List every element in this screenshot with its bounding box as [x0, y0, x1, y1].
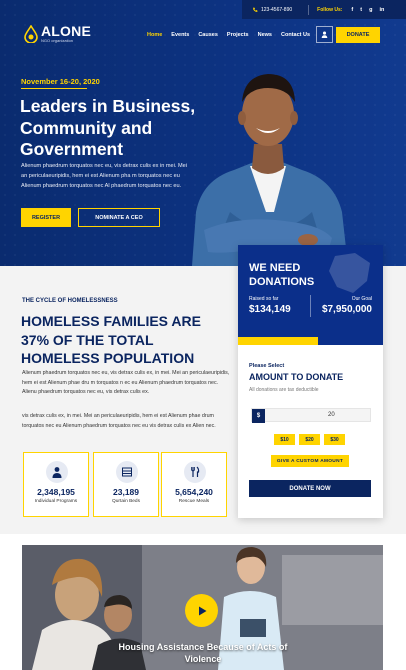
amount-title: AMOUNT TO DONATE — [249, 372, 344, 382]
event-date: November 16-20, 2020 — [21, 77, 100, 86]
nav-item-home[interactable]: Home — [147, 32, 162, 38]
tax-note: All donations are tax deductible — [249, 387, 319, 393]
main-nav: Home Events Causes Projects News Contact… — [147, 32, 310, 38]
currency-symbol: $ — [252, 409, 265, 423]
bed-icon — [116, 461, 138, 483]
stat-card-beds: 23,189 Qurtain Beds — [93, 452, 159, 517]
play-button[interactable] — [185, 594, 218, 627]
play-icon — [198, 606, 206, 615]
facebook-icon[interactable]: f — [351, 7, 353, 13]
please-select-label: Please Select — [249, 363, 285, 369]
stat-card-programs: 2,348,195 Individual Programs — [23, 452, 89, 517]
section-paragraph-1: Alienum phaedrum torquatos nec eu, vis d… — [22, 370, 230, 395]
site-logo[interactable]: ALONE NGO organization — [24, 24, 91, 43]
user-icon — [321, 31, 328, 38]
nav-item-projects[interactable]: Projects — [227, 32, 249, 38]
header-donate-button[interactable]: DONATE — [336, 27, 380, 43]
preset-30-button[interactable]: $30 — [324, 434, 345, 445]
custom-amount-button[interactable]: GIVE A CUSTOM AMOUNT — [271, 455, 349, 467]
raised-value: $134,149 — [249, 304, 291, 315]
stat-value: 2,348,195 — [37, 487, 75, 497]
hero-description: Alienum phaedrum torquatos nec eu, vis d… — [21, 163, 188, 189]
topbar-divider — [308, 4, 310, 15]
video-title: Housing Assistance Because of Acts of Vi… — [118, 642, 288, 664]
goal-value: $7,950,000 — [321, 304, 372, 315]
section-paragraph-2: vis detrax culis ex, in mei. Mei an peri… — [22, 413, 216, 429]
linkedin-icon[interactable]: in — [379, 7, 384, 13]
preset-10-button[interactable]: $10 — [274, 434, 295, 445]
date-underline — [21, 88, 87, 89]
hero-person-image — [192, 74, 348, 266]
goal-label: Our Goal — [351, 296, 372, 302]
section-label: THE CYCLE OF HOMELESSNESS — [22, 298, 118, 304]
nav-item-contact[interactable]: Contact Us — [281, 32, 310, 38]
register-button[interactable]: REGISTER — [21, 208, 71, 227]
nav-item-events[interactable]: Events — [171, 32, 189, 38]
google-icon[interactable]: g — [369, 7, 372, 13]
follow-label: Follow Us: — [317, 6, 343, 13]
donation-title-line1: WE NEED — [249, 262, 301, 274]
nominate-button[interactable]: NOMINATE A CEO — [78, 208, 160, 227]
preset-20-button[interactable]: $20 — [299, 434, 320, 445]
phone-number: 123-4567-890 — [261, 6, 293, 13]
nav-item-causes[interactable]: Causes — [198, 32, 218, 38]
donation-summary: WE NEED DONATIONS Raised so far $134,149… — [238, 245, 383, 345]
map-graphic — [329, 253, 370, 293]
logo-drop-icon — [24, 24, 38, 43]
stat-label: Qurtain Beds — [112, 499, 140, 504]
raised-label: Raised so far — [249, 296, 279, 302]
phone-contact[interactable]: 123-4567-890 — [252, 7, 292, 13]
stat-card-meals: 5,654,240 Rescue Meals — [161, 452, 227, 517]
donation-progress-bar — [238, 337, 383, 345]
summary-divider — [310, 295, 311, 317]
nav-item-news[interactable]: News — [258, 32, 272, 38]
donation-title-line2: DONATIONS — [249, 276, 315, 288]
top-bar: 123-4567-890 Follow Us: f t g in — [242, 0, 406, 19]
donate-now-button[interactable]: DONATE NOW — [249, 480, 371, 497]
social-links: f t g in — [351, 7, 384, 13]
stat-value: 23,189 — [113, 487, 139, 497]
stat-label: Individual Programs — [34, 499, 78, 504]
meal-icon — [184, 461, 206, 483]
twitter-icon[interactable]: t — [360, 7, 362, 13]
donation-card: WE NEED DONATIONS Raised so far $134,149… — [238, 245, 383, 518]
donation-progress-fill — [238, 337, 318, 345]
amount-input[interactable]: $ 20 — [251, 408, 371, 423]
logo-name: ALONE — [41, 23, 91, 39]
stat-label: Rescue Meals — [178, 499, 210, 504]
section-title: HOMELESS FAMILIES ARE 37% OF THE TOTAL H… — [21, 313, 201, 366]
donation-title: WE NEED DONATIONS — [249, 261, 314, 289]
stat-value: 5,654,240 — [175, 487, 213, 497]
amount-value: 20 — [328, 412, 335, 418]
account-button[interactable] — [316, 26, 333, 43]
phone-icon — [253, 7, 258, 12]
person-icon — [46, 461, 68, 483]
